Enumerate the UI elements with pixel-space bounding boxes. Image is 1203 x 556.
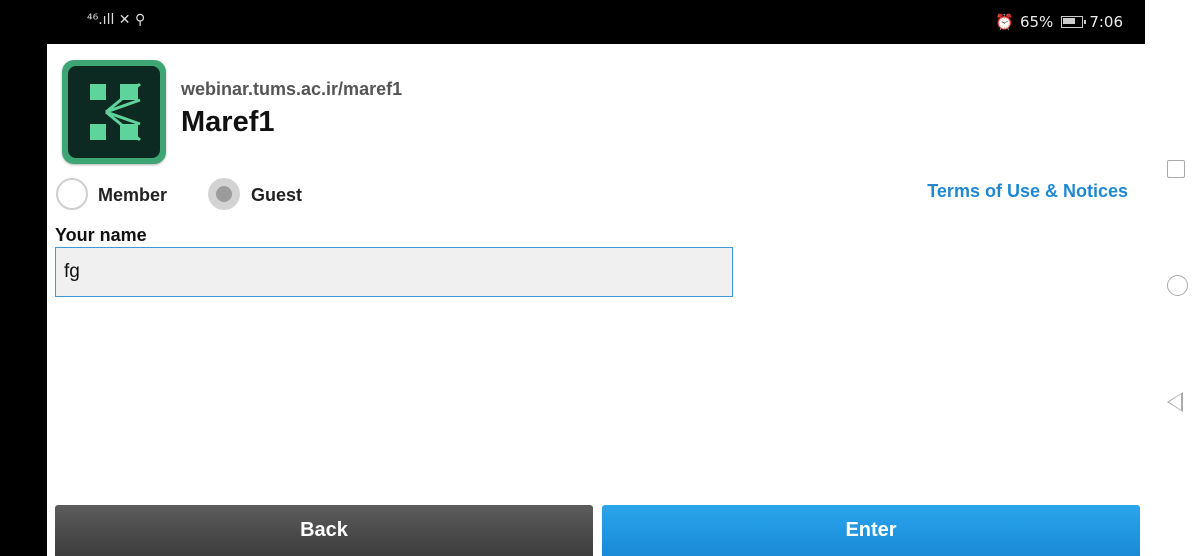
room-url: webinar.tums.ac.ir/maref1 <box>181 79 403 99</box>
battery-percent: 65% <box>1019 13 1054 31</box>
terms-link[interactable]: Terms of Use & Notices <box>927 181 1128 202</box>
android-nav-bar <box>1145 0 1203 556</box>
guest-radio[interactable] <box>208 178 240 210</box>
adobe-connect-logo <box>62 60 166 164</box>
back-triangle-icon[interactable] <box>1167 392 1183 412</box>
member-radio[interactable] <box>56 178 88 210</box>
signal-usb-indicators: ⁴⁶.ıll ✕ ⚲ <box>87 12 146 28</box>
status-right: ⏰ 65% 7:06 <box>995 13 1123 31</box>
recent-apps-icon[interactable] <box>1167 160 1185 178</box>
alarm-icon: ⏰ <box>995 13 1014 31</box>
clock: 7:06 <box>1089 13 1123 31</box>
status-bar: ⁴⁶.ıll ✕ ⚲ ⏰ 65% 7:06 <box>47 0 1145 44</box>
status-indicators: ⁴⁶.ıll ✕ ⚲ <box>87 12 145 28</box>
your-name-input[interactable] <box>55 247 733 297</box>
battery-icon <box>1061 16 1087 28</box>
guest-radio-label[interactable]: Guest <box>251 185 302 206</box>
home-icon[interactable] <box>1167 275 1188 296</box>
member-radio-label[interactable]: Member <box>98 185 167 206</box>
room-name: Maref1 <box>181 106 275 138</box>
left-black-bar <box>0 0 47 556</box>
guest-radio-dot <box>216 186 232 202</box>
back-button[interactable]: Back <box>55 505 593 556</box>
enter-button[interactable]: Enter <box>602 505 1140 556</box>
adobe-connect-icon <box>90 82 141 142</box>
your-name-label: Your name <box>55 225 147 245</box>
